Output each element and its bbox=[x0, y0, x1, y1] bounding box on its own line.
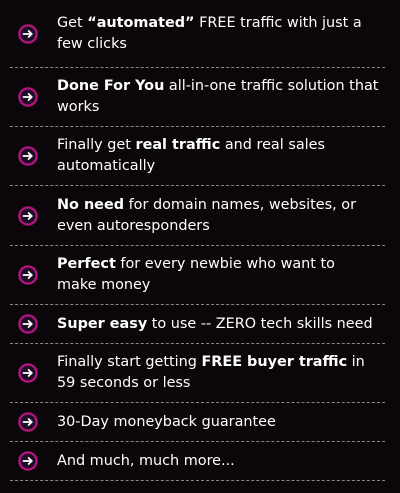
list-item: Get “automated” FREE traffic with just a… bbox=[10, 0, 385, 68]
arrow-right-icon bbox=[18, 412, 38, 432]
item-text: No need for domain names, websites, or e… bbox=[57, 196, 356, 234]
benefit-list: Get “automated” FREE traffic with just a… bbox=[10, 0, 385, 481]
list-item: Perfect for every newbie who want to mak… bbox=[10, 246, 385, 305]
arrow-right-icon bbox=[18, 87, 38, 107]
item-text: And much, much more... bbox=[57, 452, 235, 469]
item-text: Finally start getting FREE buyer traffic… bbox=[57, 354, 365, 391]
item-text: Finally get real traffic and real sales … bbox=[57, 137, 325, 174]
item-text: Super easy to use -- ZERO tech skills ne… bbox=[57, 315, 373, 332]
arrow-right-icon bbox=[18, 146, 38, 166]
arrow-right-icon bbox=[18, 314, 38, 334]
item-text: Get “automated” FREE traffic with just a… bbox=[57, 14, 362, 52]
arrow-right-icon bbox=[18, 205, 38, 226]
arrow-right-icon bbox=[18, 265, 38, 285]
list-item: No need for domain names, websites, or e… bbox=[10, 186, 385, 246]
item-text: 30-Day moneyback guarantee bbox=[57, 413, 276, 430]
arrow-right-icon bbox=[18, 363, 38, 383]
list-item: And much, much more... bbox=[10, 442, 385, 481]
list-item: Finally start getting FREE buyer traffic… bbox=[10, 344, 385, 403]
arrow-right-icon bbox=[18, 451, 38, 471]
arrow-right-icon bbox=[18, 23, 38, 44]
list-item: Finally get real traffic and real sales … bbox=[10, 127, 385, 186]
list-item: Super easy to use -- ZERO tech skills ne… bbox=[10, 305, 385, 344]
item-text: Perfect for every newbie who want to mak… bbox=[57, 256, 335, 293]
item-text: Done For You all-in-one traffic solution… bbox=[57, 78, 379, 115]
list-item: Done For You all-in-one traffic solution… bbox=[10, 68, 385, 127]
list-item: 30-Day moneyback guarantee bbox=[10, 403, 385, 442]
